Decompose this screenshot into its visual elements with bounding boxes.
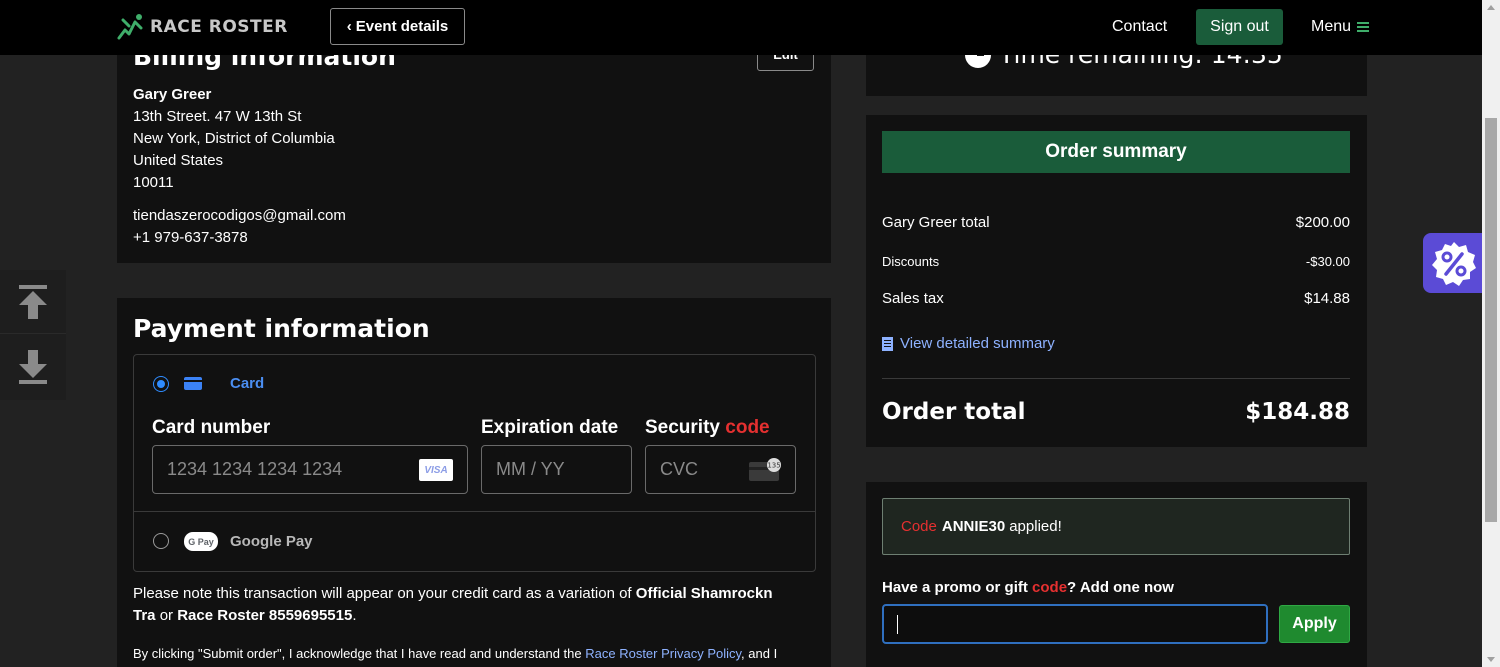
cvc-input[interactable]: CVC 135 [645,445,796,494]
billing-information-card: Billing information Edit Gary Greer 13th… [117,40,831,263]
billing-country: United States [133,152,224,169]
runner-logo-icon [117,14,143,40]
discount-extension-badge[interactable] [1423,233,1482,293]
billing-name: Gary Greer [133,86,212,103]
promo-code-input[interactable] [882,604,1268,644]
note-or: or [159,607,174,624]
cvc-card-icon: 135 [749,458,781,481]
apply-promo-button[interactable]: Apply [1279,605,1350,643]
expiration-label: Expiration date [481,417,619,438]
view-detailed-summary-label: View detailed summary [900,335,1055,352]
google-pay-radio[interactable] [153,533,169,549]
note-suffix: . [352,607,357,624]
page-scrollbar[interactable] [1482,0,1500,667]
event-details-button[interactable]: ‹ Event details [330,8,465,45]
promo-code-card: Code ANNIE30 applied! Have a promo or gi… [866,482,1367,667]
applied-code-word: Code [901,518,937,535]
arrow-down-to-line-icon [19,350,47,384]
summary-divider [882,378,1350,379]
order-total-label: Order total [882,399,1026,425]
ack-suffix: , and I [741,646,778,661]
security-label-text: Security [645,417,720,438]
summary-row-label: Discounts [882,254,940,269]
privacy-policy-link[interactable]: Race Roster Privacy Policy [585,646,741,661]
brand-name: RACE ROSTER [150,17,288,37]
order-summary-card: Order summary Gary Greer total $200.00 D… [866,115,1367,447]
google-pay-label[interactable]: Google Pay [230,533,313,550]
billing-phone: +1 979-637-3878 [133,229,248,246]
billing-address-line2: New York, District of Columbia [133,130,335,147]
svg-text:135: 135 [767,462,780,470]
applied-code: ANNIE30 [941,518,1006,535]
contact-link[interactable]: Contact [1112,18,1167,36]
promo-label-suffix: ? Add one now [1067,579,1174,596]
order-total-value: $184.88 [1245,399,1350,425]
note-alt-merchant: Race Roster 8559695515 [177,607,353,624]
security-code-label: Security code [645,417,770,439]
payment-method-box: Card Card number Expiration date Securit… [133,354,816,572]
order-summary-header: Order summary [882,131,1350,173]
billing-address: Gary Greer 13th Street. 47 W 13th St New… [133,84,335,194]
card-radio[interactable] [153,376,169,392]
card-number-label: Card number [152,417,271,438]
percent-badge-icon [1432,242,1476,286]
event-details-label: Event details [355,18,449,35]
view-detailed-summary-link[interactable]: View detailed summary [882,335,1055,352]
expiration-input[interactable]: MM / YY [481,445,632,494]
billing-descriptor-note: Please note this transaction will appear… [133,583,773,627]
summary-row: Discounts -$30.00 [882,254,1350,269]
menu-label: Menu [1311,18,1352,35]
security-label-highlight: code [725,417,770,438]
card-number-placeholder: 1234 1234 1234 1234 [167,459,343,479]
note-prefix: Please note this transaction will appear… [133,585,632,602]
summary-row-value: $200.00 [1295,214,1350,231]
acknowledgement-text: By clicking "Submit order", I acknowledg… [133,645,823,663]
chevron-left-icon: ‹ [346,18,352,35]
hamburger-icon [1357,20,1370,34]
scrollbar-thumb[interactable] [1485,118,1497,522]
scroll-controls [0,270,66,400]
google-pay-icon: G Pay [184,532,218,551]
promo-applied-message: Code ANNIE30 applied! [882,498,1350,555]
billing-contact: tiendaszerocodigos@gmail.com +1 979-637-… [133,205,346,249]
summary-row: Gary Greer total $200.00 [882,214,1350,231]
receipt-icon [882,336,893,351]
scroll-up-arrow-icon[interactable] [1487,5,1495,10]
card-number-input[interactable]: 1234 1234 1234 1234 VISA [152,445,468,494]
card-option-label[interactable]: Card [230,375,264,392]
summary-row-value: $14.88 [1304,290,1350,307]
arrow-up-to-line-icon [19,284,47,319]
expiration-placeholder: MM / YY [496,459,565,479]
payment-information-card: Payment information Card Card number Exp… [117,298,831,667]
summary-row-value: -$30.00 [1305,254,1350,269]
promo-label-prefix: Have a promo or gift [882,579,1028,596]
cvc-placeholder: CVC [660,459,699,479]
ack-prefix: By clicking "Submit order", I acknowledg… [133,646,582,661]
billing-address-line1: 13th Street. 47 W 13th St [133,108,302,125]
menu-button[interactable]: Menu [1311,18,1370,36]
summary-row-label: Gary Greer total [882,214,990,231]
scroll-to-top-button[interactable] [0,270,66,334]
race-roster-logo[interactable]: RACE ROSTER [115,12,288,42]
summary-row-label: Sales tax [882,290,944,307]
billing-email: tiendaszerocodigos@gmail.com [133,207,346,224]
visa-icon: VISA [419,459,453,481]
payment-divider [134,511,815,512]
top-navigation: RACE ROSTER ‹ Event details Contact Sign… [0,0,1482,55]
scroll-to-bottom-button[interactable] [0,335,66,399]
scroll-down-arrow-icon[interactable] [1487,657,1495,662]
credit-card-icon [184,377,202,390]
sign-out-button[interactable]: Sign out [1196,9,1283,45]
summary-row: Sales tax $14.88 [882,290,1350,307]
checkout-page: RACE ROSTER ‹ Event details Contact Sign… [0,0,1500,667]
order-total: Order total $184.88 [882,399,1350,425]
billing-zip: 10011 [133,174,174,191]
applied-suffix: applied! [1009,518,1062,535]
payment-title: Payment information [133,314,430,343]
promo-label: Have a promo or gift code? Add one now [882,579,1174,596]
promo-label-highlight: code [1032,579,1068,596]
